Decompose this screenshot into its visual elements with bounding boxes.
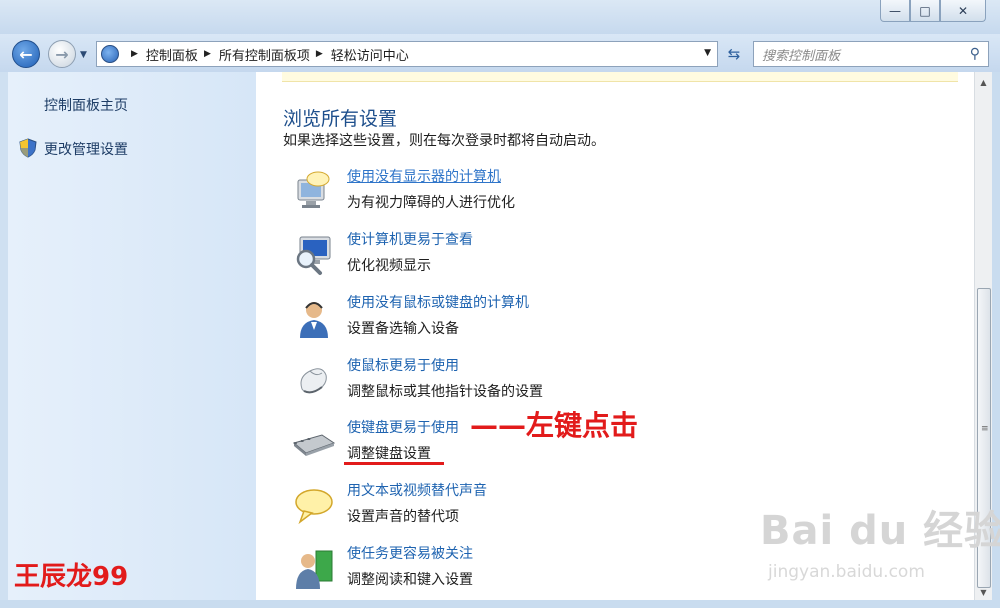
- search-input[interactable]: 搜索控制面板 ⚲: [753, 41, 989, 67]
- user-task-icon: [296, 550, 333, 589]
- address-dropdown-icon[interactable]: ▼: [704, 48, 711, 58]
- window-frame-bottom: [0, 600, 1000, 608]
- back-button[interactable]: ←: [12, 40, 40, 68]
- breadcrumb-ease-of-access[interactable]: 轻松访问中心: [331, 45, 409, 64]
- arrow-right-icon: →: [55, 44, 69, 64]
- list-item: 使鼠标更易于使用 调整鼠标或其他指针设备的设置: [292, 355, 712, 411]
- baidu-jingyan-url: jingyan.baidu.com: [768, 562, 925, 582]
- link-no-display[interactable]: 使用没有显示器的计算机: [347, 166, 501, 186]
- navigation-bar: ← → ▼ ▶ 控制面板 ▶ 所有控制面板项 ▶ 轻松访问中心 ▼ ⇆ 搜索控制…: [0, 34, 1000, 72]
- item-description: 调整鼠标或其他指针设备的设置: [347, 384, 543, 400]
- maximize-icon: □: [919, 3, 931, 18]
- link-easier-to-see[interactable]: 使计算机更易于查看: [347, 229, 473, 249]
- link-no-mouse-keyboard[interactable]: 使用没有鼠标或键盘的计算机: [347, 292, 529, 312]
- breadcrumb-chevron-icon[interactable]: ▶: [204, 49, 211, 59]
- minimize-icon: —: [889, 3, 901, 18]
- search-icon[interactable]: ⚲: [970, 46, 980, 62]
- sidebar-item-change-admin-settings[interactable]: 更改管理设置: [44, 139, 128, 159]
- list-item: 使任务更容易被关注 调整阅读和键入设置: [292, 543, 712, 599]
- item-description: 调整键盘设置: [347, 446, 431, 462]
- breadcrumb-chevron-icon[interactable]: ▶: [131, 49, 138, 59]
- maximize-button[interactable]: □: [910, 0, 940, 22]
- annotation-underline: [344, 462, 444, 465]
- item-description: 调整阅读和键入设置: [347, 572, 473, 588]
- breadcrumb-chevron-icon[interactable]: ▶: [316, 49, 323, 59]
- scroll-up-icon[interactable]: ▲: [975, 74, 992, 91]
- window-controls: — □ ✕: [880, 0, 986, 22]
- recent-pages-dropdown-icon[interactable]: ▼: [80, 50, 87, 60]
- magnifier-monitor-icon: [296, 236, 331, 275]
- item-description: 设置备选输入设备: [347, 321, 459, 337]
- close-icon: ✕: [957, 3, 969, 18]
- control-panel-icon: [101, 45, 119, 63]
- page-description: 如果选择这些设置，则在每次登录时都将自动启动。: [283, 133, 605, 149]
- baidu-jingyan-logo: Bai du 经验: [760, 508, 1000, 554]
- info-bar: [282, 72, 958, 82]
- mouse-icon: [300, 368, 327, 394]
- user-headset-icon: [300, 302, 328, 338]
- close-button[interactable]: ✕: [940, 0, 986, 22]
- item-description: 设置声音的替代项: [347, 509, 459, 525]
- list-item: 使用没有显示器的计算机 为有视力障碍的人进行优化: [292, 166, 712, 222]
- scroll-down-icon[interactable]: ▼: [975, 584, 992, 601]
- breadcrumb-all-items[interactable]: 所有控制面板项: [219, 45, 310, 64]
- sidebar-item-control-panel-home[interactable]: 控制面板主页: [44, 95, 128, 115]
- link-keyboard-easier[interactable]: 使键盘更易于使用: [347, 417, 459, 437]
- list-item: 使用没有鼠标或键盘的计算机 设置备选输入设备: [292, 292, 712, 348]
- item-description: 优化视频显示: [347, 258, 431, 274]
- author-watermark: 王辰龙99: [14, 562, 129, 592]
- monitor-speech-icon: [297, 171, 330, 208]
- speech-bubble-icon: [295, 489, 333, 525]
- search-placeholder: 搜索控制面板: [762, 48, 841, 64]
- link-text-video-for-sound[interactable]: 用文本或视频替代声音: [347, 480, 487, 500]
- forward-button[interactable]: →: [48, 40, 76, 68]
- annotation-left-click: ——左键点击: [470, 409, 639, 442]
- list-item: 使计算机更易于查看 优化视频显示: [292, 229, 712, 285]
- link-focus-tasks[interactable]: 使任务更容易被关注: [347, 543, 473, 563]
- grip-icon: ≡: [981, 424, 989, 434]
- page-title: 浏览所有设置: [283, 108, 398, 130]
- keyboard-icon: [292, 434, 336, 456]
- item-description: 为有视力障碍的人进行优化: [347, 195, 515, 211]
- breadcrumb-control-panel[interactable]: 控制面板: [146, 45, 198, 64]
- link-mouse-easier[interactable]: 使鼠标更易于使用: [347, 355, 459, 375]
- uac-shield-icon: [19, 138, 37, 158]
- arrow-left-icon: ←: [19, 44, 33, 64]
- refresh-button[interactable]: ⇆: [722, 43, 746, 65]
- list-item: 用文本或视频替代声音 设置声音的替代项: [292, 480, 712, 536]
- sidebar: 控制面板主页 更改管理设置: [8, 72, 256, 604]
- title-bar: — □ ✕: [0, 0, 1000, 34]
- minimize-button[interactable]: —: [880, 0, 910, 22]
- refresh-icon: ⇆: [727, 45, 741, 63]
- address-bar[interactable]: ▶ 控制面板 ▶ 所有控制面板项 ▶ 轻松访问中心 ▼: [96, 41, 718, 67]
